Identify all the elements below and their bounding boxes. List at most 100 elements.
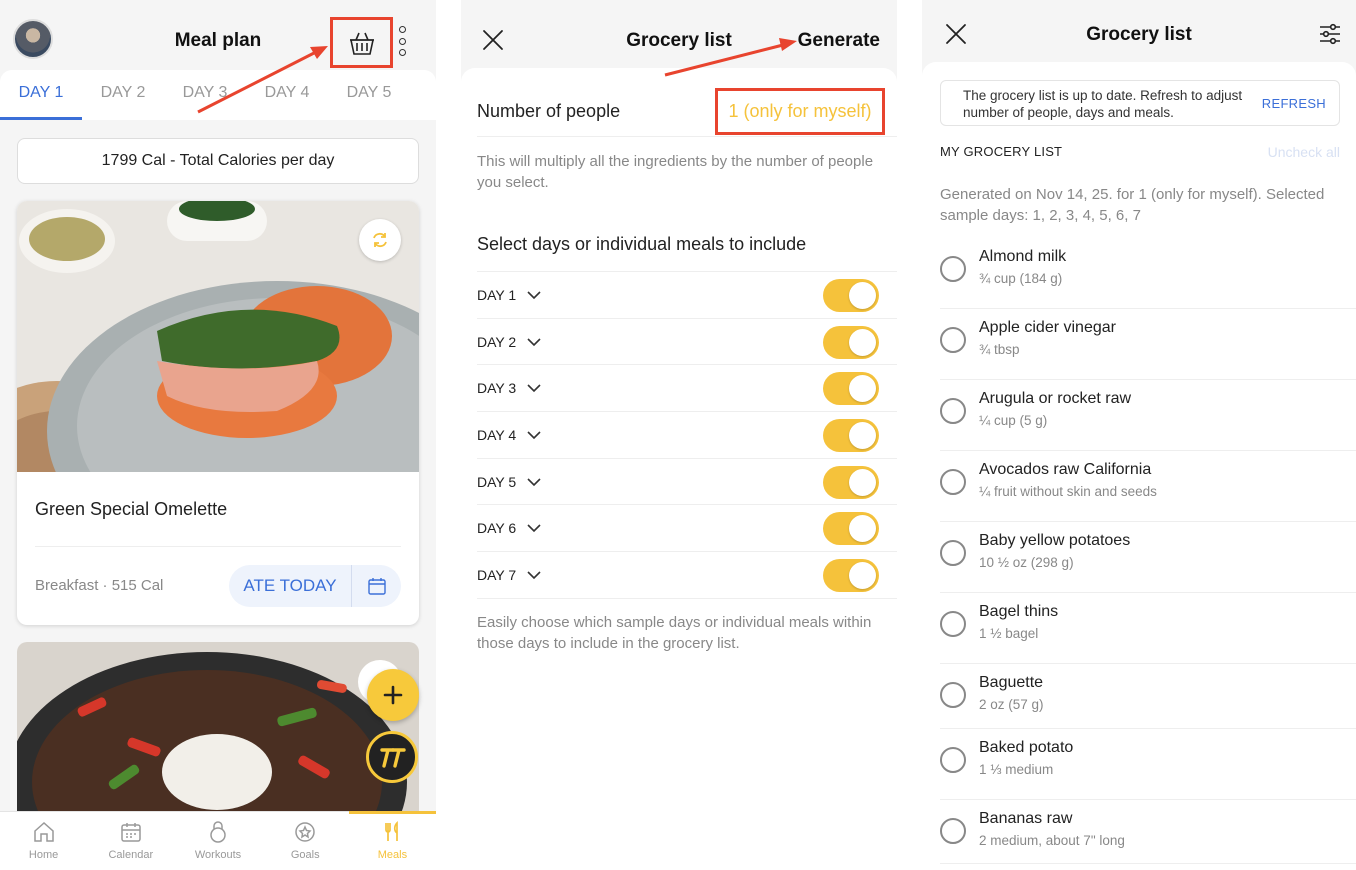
- meal-photo: [17, 642, 419, 822]
- update-text: The grocery list is up to date. Refresh …: [963, 88, 1243, 120]
- day-row-7[interactable]: DAY 7: [477, 551, 897, 598]
- divider: [35, 546, 401, 547]
- chevron-down-icon[interactable]: [527, 523, 541, 533]
- day-toggle[interactable]: [823, 372, 879, 405]
- nav-calendar[interactable]: Calendar: [87, 812, 174, 870]
- day-toggle[interactable]: [823, 279, 879, 312]
- list-item[interactable]: Baked potato 1 ⅓ medium: [940, 729, 1356, 800]
- item-qty: ¼ cup (5 g): [979, 413, 1048, 428]
- checkbox[interactable]: [940, 398, 966, 424]
- uncheck-all-button[interactable]: Uncheck all: [1268, 144, 1340, 160]
- chevron-down-icon[interactable]: [527, 570, 541, 580]
- checkbox[interactable]: [940, 256, 966, 282]
- list-item[interactable]: Almond milk ¾ cup (184 g): [940, 238, 1356, 309]
- item-qty: 10 ½ oz (298 g): [979, 555, 1074, 570]
- day-row-6[interactable]: DAY 6: [477, 504, 897, 551]
- footer-note: Easily choose which sample days or indiv…: [477, 614, 872, 652]
- list-item[interactable]: Bagel thins 1 ½ bagel: [940, 593, 1356, 664]
- list-item[interactable]: Avocados raw California ¼ fruit without …: [940, 451, 1356, 522]
- list-item[interactable]: Baby yellow potatoes 10 ½ oz (298 g): [940, 522, 1356, 593]
- kettlebell-icon: [210, 821, 226, 843]
- checkbox[interactable]: [940, 747, 966, 773]
- nav-meals-label: Meals: [377, 849, 408, 861]
- grocery-basket-button[interactable]: [330, 17, 393, 68]
- item-name: Baked potato: [979, 739, 1074, 756]
- checkbox[interactable]: [940, 469, 966, 495]
- day-row-4[interactable]: DAY 4: [477, 411, 897, 458]
- meal-meta: Breakfast · 515 Cal: [35, 577, 164, 594]
- tab-day-5[interactable]: DAY 5: [328, 70, 410, 120]
- item-qty: 2 medium, about 7" long: [979, 833, 1125, 848]
- day-row-1[interactable]: DAY 1: [477, 271, 897, 318]
- trainer-logo-icon: [380, 748, 406, 768]
- more-options-icon[interactable]: [396, 26, 408, 56]
- people-selector[interactable]: 1 (only for myself): [715, 88, 885, 135]
- checkbox[interactable]: [940, 682, 966, 708]
- item-qty: ¾ tbsp: [979, 342, 1020, 357]
- item-name: Apple cider vinegar: [979, 319, 1116, 336]
- day-row-label: DAY 4: [477, 427, 517, 443]
- list-item[interactable]: Arugula or rocket raw ¼ cup (5 g): [940, 380, 1356, 451]
- day-toggle[interactable]: [823, 326, 879, 359]
- day-row-2[interactable]: DAY 2: [477, 318, 897, 365]
- day-row-label: DAY 7: [477, 567, 517, 583]
- chevron-down-icon[interactable]: [527, 290, 541, 300]
- day-row-label: DAY 6: [477, 520, 517, 536]
- ate-today-button[interactable]: ATE TODAY: [229, 565, 401, 607]
- day-toggle[interactable]: [823, 512, 879, 545]
- tab-day-4[interactable]: DAY 4: [246, 70, 328, 120]
- day-toggle[interactable]: [823, 419, 879, 452]
- grocery-list-body: The grocery list is up to date. Refresh …: [922, 62, 1356, 870]
- swap-meal-button[interactable]: [359, 219, 401, 261]
- bottom-nav: Home Calendar Workouts Goals Meals: [0, 811, 436, 870]
- nav-workouts[interactable]: Workouts: [174, 812, 261, 870]
- item-qty: ¼ fruit without skin and seeds: [979, 484, 1157, 499]
- trainer-logo-button[interactable]: [366, 731, 418, 783]
- chevron-down-icon[interactable]: [527, 383, 541, 393]
- item-name: Baby yellow potatoes: [979, 532, 1131, 549]
- meal-photo: [17, 201, 419, 472]
- tab-day-3[interactable]: DAY 3: [164, 70, 246, 120]
- basket-icon: [349, 32, 374, 55]
- tab-day-1[interactable]: DAY 1: [0, 70, 82, 120]
- day-row-3[interactable]: DAY 3: [477, 364, 897, 411]
- meal-card[interactable]: [17, 642, 419, 822]
- item-qty: 1 ½ bagel: [979, 626, 1039, 641]
- list-item[interactable]: Baguette 2 oz (57 g): [940, 664, 1356, 729]
- checkbox[interactable]: [940, 818, 966, 844]
- meal-plan-screen: Meal plan DAY 1 DAY 2 DAY 3 DAY 4 DAY 5 …: [0, 0, 436, 870]
- chevron-down-icon[interactable]: [527, 337, 541, 347]
- checkbox[interactable]: [940, 611, 966, 637]
- grocery-list-header: Grocery list: [922, 0, 1356, 66]
- meal-card[interactable]: Green Special Omelette Breakfast · 515 C…: [17, 201, 419, 625]
- grocery-list-screen: Grocery list The grocery list is up to d…: [922, 0, 1356, 870]
- chevron-down-icon[interactable]: [527, 477, 541, 487]
- item-name: Bagel thins: [979, 603, 1059, 620]
- item-name: Bananas raw: [979, 810, 1073, 827]
- people-note: This will multiply all the ingredients b…: [477, 153, 874, 191]
- day-toggle[interactable]: [823, 466, 879, 499]
- nav-goals[interactable]: Goals: [262, 812, 349, 870]
- list-item[interactable]: Bananas raw 2 medium, about 7" long: [940, 800, 1356, 864]
- chevron-down-icon[interactable]: [527, 430, 541, 440]
- calories-total: 1799 Cal - Total Calories per day: [17, 138, 419, 184]
- checkbox[interactable]: [940, 327, 966, 353]
- item-name: Almond milk: [979, 248, 1067, 265]
- ate-today-label: ATE TODAY: [243, 576, 337, 595]
- tab-day-6[interactable]: D: [410, 70, 436, 120]
- nav-home[interactable]: Home: [0, 812, 87, 870]
- nav-calendar-label: Calendar: [108, 849, 154, 861]
- grocery-setup-header: Grocery list Generate: [461, 0, 897, 68]
- calendar-button[interactable]: [352, 576, 401, 596]
- refresh-button[interactable]: REFRESH: [1262, 96, 1326, 111]
- day-tabs: DAY 1 DAY 2 DAY 3 DAY 4 DAY 5 D: [0, 70, 436, 120]
- add-button[interactable]: [367, 669, 419, 721]
- tab-day-2[interactable]: DAY 2: [82, 70, 164, 120]
- checkbox[interactable]: [940, 540, 966, 566]
- list-item[interactable]: Apple cider vinegar ¾ tbsp: [940, 309, 1356, 380]
- day-toggle[interactable]: [823, 559, 879, 592]
- generate-button[interactable]: Generate: [798, 30, 880, 52]
- nav-meals[interactable]: Meals: [348, 811, 436, 870]
- day-row-5[interactable]: DAY 5: [477, 458, 897, 505]
- filter-sliders-icon[interactable]: [1318, 22, 1342, 46]
